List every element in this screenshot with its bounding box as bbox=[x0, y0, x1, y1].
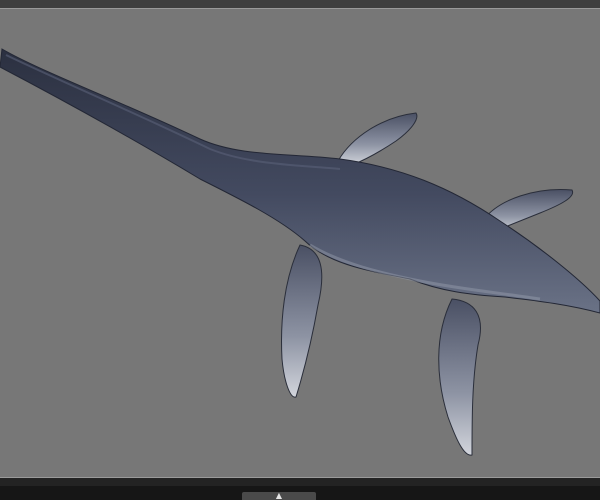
upper-front-flipper bbox=[337, 112, 418, 166]
lower-rear-flipper bbox=[438, 298, 481, 456]
top-toolbar-strip bbox=[0, 0, 600, 8]
3d-viewer-app: ▲ bbox=[0, 0, 600, 500]
chevron-up-icon: ▲ bbox=[275, 491, 283, 500]
model-render bbox=[0, 48, 600, 456]
panel-toggle-button[interactable]: ▲ bbox=[242, 491, 316, 500]
3d-viewport[interactable] bbox=[0, 8, 600, 478]
lower-front-flipper bbox=[281, 244, 323, 398]
